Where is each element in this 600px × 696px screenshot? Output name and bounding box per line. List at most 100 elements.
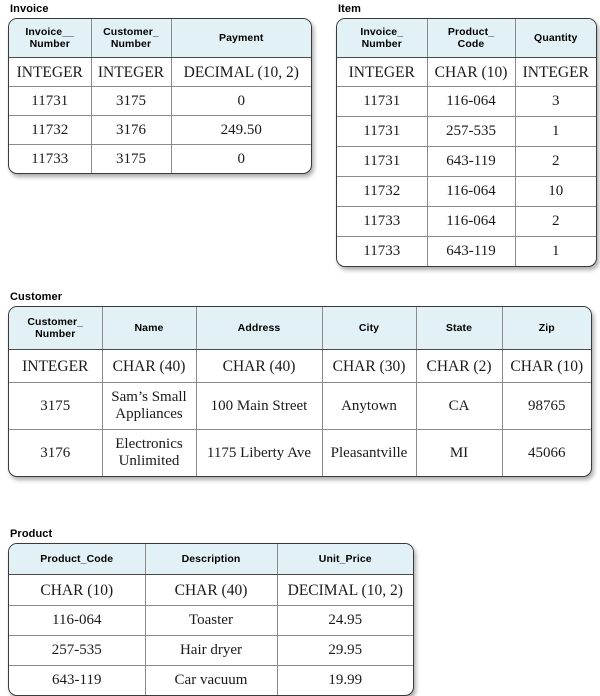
data-cell: 11733 xyxy=(337,206,428,237)
data-cell: 3175 xyxy=(91,86,172,116)
datatype-cell: INTEGER xyxy=(9,349,103,383)
column-header: Product_ Code xyxy=(427,19,516,58)
data-cell: 1 xyxy=(515,116,596,147)
data-cell: 11731 xyxy=(337,116,428,147)
data-cell: 116-064 xyxy=(427,176,516,207)
header-row: Invoice__ Number Customer_ Number Paymen… xyxy=(9,19,311,58)
datatype-cell: CHAR (2) xyxy=(416,349,503,383)
datatype-row: INTEGER CHAR (40) CHAR (40) CHAR (30) CH… xyxy=(9,349,591,383)
header-row: Product_Code Description Unit_Price xyxy=(9,544,413,575)
datatype-cell: CHAR (40) xyxy=(196,349,323,383)
column-header: Address xyxy=(196,307,323,350)
column-header: Product_Code xyxy=(9,544,146,575)
table-title-product: Product xyxy=(10,528,53,540)
schema-table-customer: Customer Customer_ Number Name Address C… xyxy=(8,290,592,477)
data-cell: 11731 xyxy=(337,146,428,177)
data-cell: 11733 xyxy=(9,144,92,173)
datatype-cell: DECIMAL (10, 2) xyxy=(277,574,413,606)
datatype-cell: INTEGER xyxy=(91,57,172,87)
data-cell: 643-119 xyxy=(427,236,516,266)
table-item: Invoice_ Number Product_ Code Quantity I… xyxy=(337,19,596,266)
data-cell: 45066 xyxy=(528,444,566,461)
column-header: Invoice__ Number xyxy=(9,19,92,58)
schema-table-product: Product Product_Code Description Unit_Pr… xyxy=(8,527,414,696)
data-cell: 19.99 xyxy=(328,672,363,688)
data-cell: Car vacuum xyxy=(145,665,278,695)
table-row: 3175 Sam’s Small Appliances 100 Main Str… xyxy=(9,382,591,430)
datatype-row: CHAR (10) CHAR (40) DECIMAL (10, 2) xyxy=(9,574,413,606)
data-cell: 2 xyxy=(515,146,596,177)
table-shell-item: Invoice_ Number Product_ Code Quantity I… xyxy=(336,18,597,267)
column-header: State xyxy=(416,307,503,350)
schema-table-item: Item Invoice_ Number Product_ Code Quant… xyxy=(336,2,597,267)
data-cell: Electronics Unlimited xyxy=(102,429,197,476)
table-row: 11733 643-119 1 xyxy=(337,236,596,266)
data-cell: 3176 xyxy=(9,429,103,476)
data-cell: 11732 xyxy=(9,115,92,145)
column-header: Customer_ Number xyxy=(91,19,172,58)
table-row: 116-064 Toaster 24.95 xyxy=(9,605,413,636)
column-header: Payment xyxy=(171,19,311,58)
data-cell: 98765 xyxy=(502,382,591,430)
data-cell: Pleasantville xyxy=(322,429,417,476)
datatype-cell: CHAR (10) xyxy=(502,349,591,383)
table-row: 11731 116-064 3 xyxy=(337,86,596,117)
table-title-customer: Customer xyxy=(10,291,63,303)
datatype-cell: INTEGER xyxy=(515,57,596,87)
data-cell: 1 xyxy=(552,243,560,259)
data-cell: 0 xyxy=(237,150,246,167)
data-cell: 100 Main Street xyxy=(196,382,323,430)
table-row: 11731 3175 0 xyxy=(9,86,311,116)
data-cell: 249.50 xyxy=(171,115,311,145)
data-cell: 11733 xyxy=(337,236,428,266)
table-invoice: Invoice__ Number Customer_ Number Paymen… xyxy=(9,19,311,173)
data-cell: 257-535 xyxy=(9,635,146,666)
table-row: 11732 116-064 10 xyxy=(337,176,596,207)
table-row: 11733 116-064 2 xyxy=(337,206,596,237)
table-product: Product_Code Description Unit_Price CHAR… xyxy=(9,544,413,695)
data-cell: 10 xyxy=(515,176,596,207)
data-cell: Sam’s Small Appliances xyxy=(102,382,197,430)
data-cell: 257-535 xyxy=(427,116,516,147)
data-cell: 3175 xyxy=(91,144,172,173)
datatype-row: INTEGER CHAR (10) INTEGER xyxy=(337,57,596,87)
datatype-cell: CHAR (10) xyxy=(427,57,516,87)
datatype-row: INTEGER INTEGER DECIMAL (10, 2) xyxy=(9,57,311,87)
table-row: 11731 257-535 1 xyxy=(337,116,596,147)
table-shell-invoice: Invoice__ Number Customer_ Number Paymen… xyxy=(8,18,312,174)
datatype-cell: CHAR (40) xyxy=(102,349,197,383)
data-cell: 116-064 xyxy=(427,86,516,117)
datatype-cell: CHAR (10) xyxy=(9,574,146,606)
column-header: Quantity xyxy=(515,19,596,58)
datatype-cell: CHAR (30) xyxy=(322,349,417,383)
column-header: Unit_Price xyxy=(277,544,413,575)
data-cell: 2 xyxy=(515,206,596,237)
table-title-item: Item xyxy=(338,3,362,15)
schema-table-invoice: Invoice Invoice__ Number Customer_ Numbe… xyxy=(8,2,312,174)
data-cell: 643-119 xyxy=(427,146,516,177)
table-row: 257-535 Hair dryer 29.95 xyxy=(9,635,413,666)
table-row: 11732 3176 249.50 xyxy=(9,115,311,145)
data-cell: Anytown xyxy=(322,382,417,430)
column-header: Zip xyxy=(502,307,591,350)
data-cell: 11731 xyxy=(9,86,92,116)
data-cell: 11732 xyxy=(337,176,428,207)
table-row: 11733 3175 0 xyxy=(9,144,311,173)
column-header: Name xyxy=(102,307,197,350)
data-cell: 3176 xyxy=(91,115,172,145)
data-cell: 116-064 xyxy=(9,605,146,636)
datatype-cell: INTEGER xyxy=(337,57,428,87)
column-header: Customer_ Number xyxy=(9,307,103,350)
data-cell: 1175 Liberty Ave xyxy=(196,429,323,476)
column-header: Invoice_ Number xyxy=(337,19,428,58)
table-row: 11731 643-119 2 xyxy=(337,146,596,177)
table-row: 3176 Electronics Unlimited 1175 Liberty … xyxy=(9,429,591,476)
data-cell: MI xyxy=(416,429,503,476)
data-cell: Hair dryer xyxy=(145,635,278,666)
table-shell-product: Product_Code Description Unit_Price CHAR… xyxy=(8,543,414,696)
datatype-cell: CHAR (40) xyxy=(145,574,278,606)
datatype-cell: INTEGER xyxy=(9,57,92,87)
column-header: City xyxy=(322,307,417,350)
header-row: Customer_ Number Name Address City State… xyxy=(9,307,591,350)
data-cell: 11731 xyxy=(337,86,428,117)
